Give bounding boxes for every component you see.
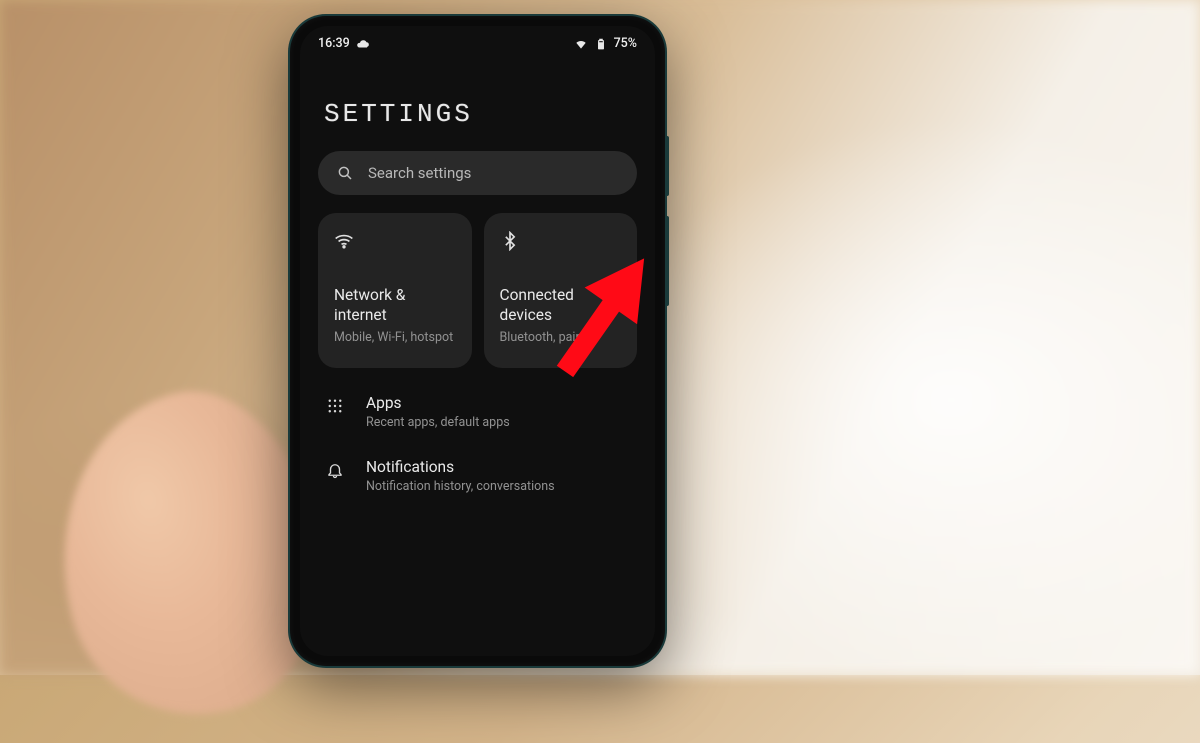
- phone-side-button: [665, 216, 669, 306]
- phone-screen: 16:39 75% SETTINGS Search settings Netwo…: [300, 26, 655, 656]
- list-item-subtitle: Recent apps, default apps: [366, 415, 510, 430]
- card-subtitle: Bluetooth, pairing: [500, 330, 622, 345]
- page-title: SETTINGS: [324, 99, 631, 129]
- list-item-apps[interactable]: Apps Recent apps, default apps: [300, 380, 655, 444]
- settings-header: SETTINGS: [300, 57, 655, 151]
- list-item-title: Notifications: [366, 458, 555, 476]
- settings-card-row: Network & internet Mobile, Wi-Fi, hotspo…: [300, 195, 655, 380]
- card-title: Connected devices: [500, 285, 622, 325]
- cloud-icon: [356, 37, 370, 51]
- status-time: 16:39: [318, 36, 350, 51]
- list-item-title: Apps: [366, 394, 510, 412]
- battery-icon: [594, 37, 608, 51]
- phone-frame: 16:39 75% SETTINGS Search settings Netwo…: [290, 16, 665, 666]
- phone-side-button: [665, 136, 669, 196]
- search-placeholder: Search settings: [368, 164, 471, 182]
- wifi-icon: [334, 231, 354, 251]
- wifi-status-icon: [574, 37, 588, 51]
- status-bar: 16:39 75%: [300, 26, 655, 57]
- card-subtitle: Mobile, Wi-Fi, hotspot: [334, 330, 456, 345]
- search-settings-input[interactable]: Search settings: [318, 151, 637, 195]
- list-item-notifications[interactable]: Notifications Notification history, conv…: [300, 444, 655, 508]
- card-connected-devices[interactable]: Connected devices Bluetooth, pairing: [484, 213, 638, 368]
- battery-percent: 75%: [614, 36, 637, 51]
- search-icon: [336, 164, 354, 182]
- card-network-internet[interactable]: Network & internet Mobile, Wi-Fi, hotspo…: [318, 213, 472, 368]
- card-title: Network & internet: [334, 285, 456, 325]
- apps-icon: [326, 397, 344, 415]
- bell-icon: [326, 461, 344, 479]
- bluetooth-icon: [500, 231, 520, 251]
- list-item-subtitle: Notification history, conversations: [366, 479, 555, 494]
